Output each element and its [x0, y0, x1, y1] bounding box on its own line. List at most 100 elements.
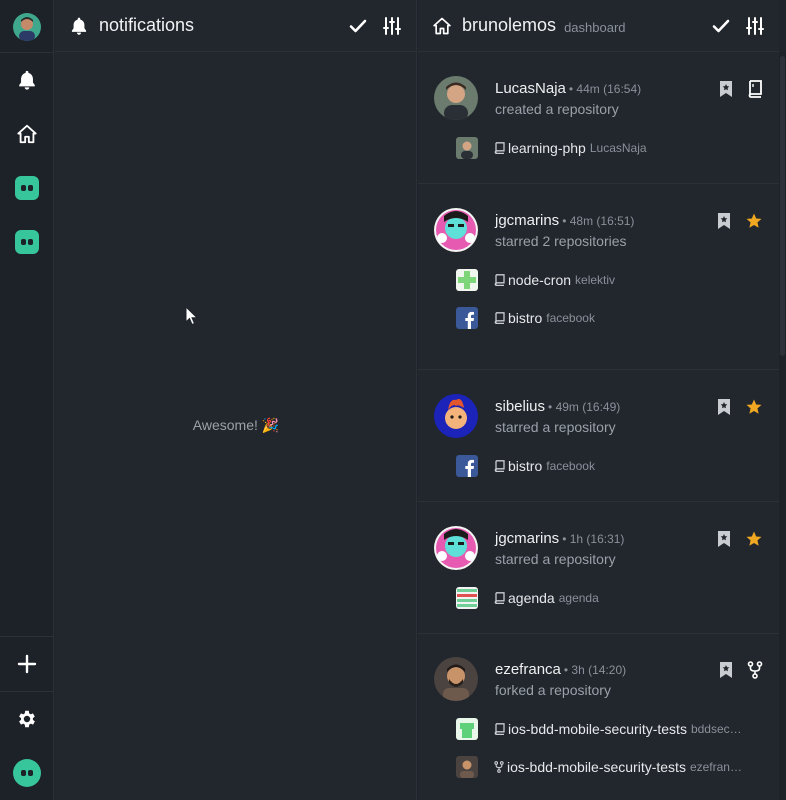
event-time: • 1h (16:31) — [562, 532, 625, 546]
repo-owner[interactable]: facebook — [546, 311, 595, 325]
dashboard-column-header: brunolemos dashboard — [418, 0, 779, 52]
event-card[interactable]: sibelius • 49m (16:49) starred a reposito… — [418, 371, 779, 502]
mark-all-read-button[interactable] — [348, 16, 368, 36]
repo-icon — [494, 312, 505, 324]
sidebar-bot-column-2[interactable] — [0, 215, 54, 269]
repo-owner[interactable]: bddsec… — [691, 722, 742, 736]
event-card[interactable]: jgcmarins • 48m (16:51) starred 2 reposit… — [418, 185, 779, 370]
user-avatar[interactable] — [434, 394, 478, 438]
notifications-column-header: notifications — [55, 0, 416, 52]
event-action: starred a repository — [495, 419, 616, 435]
repo-owner[interactable]: agenda — [559, 591, 599, 605]
repo-name[interactable]: ios-bdd-mobile-security-tests — [507, 759, 686, 775]
robot-icon — [15, 176, 39, 200]
event-username[interactable]: sibelius — [495, 398, 545, 415]
mouse-cursor-icon — [185, 306, 199, 326]
event-card[interactable]: LucasNaja • 44m (16:54) created a reposit… — [418, 53, 779, 184]
repo-row[interactable]: agenda agenda — [456, 587, 766, 609]
owner-avatar — [456, 756, 478, 778]
sidebar-dashboard-button[interactable] — [0, 107, 54, 161]
gear-icon — [19, 710, 35, 728]
owner-avatar — [456, 718, 478, 740]
devhub-logo-icon — [13, 759, 41, 787]
owner-avatar — [456, 269, 478, 291]
sliders-icon — [746, 16, 764, 35]
event-time: • 49m (16:49) — [548, 400, 621, 414]
home-icon — [17, 124, 37, 144]
notifications-column: notifications Awesome! 🎉 — [55, 0, 417, 800]
app-logo-button[interactable] — [0, 746, 54, 800]
event-card[interactable]: ezefranca • 3h (14:20) forked a repositor… — [418, 635, 779, 800]
repo-owner[interactable]: facebook — [546, 459, 595, 473]
robot-icon — [15, 230, 39, 254]
sliders-icon — [383, 16, 401, 35]
event-action: forked a repository — [495, 682, 611, 698]
repo-owner[interactable]: ezefran… — [690, 760, 742, 774]
sidebar-bot-column-1[interactable] — [0, 161, 54, 215]
repo-owner[interactable]: kelektiv — [575, 273, 615, 287]
notifications-column-options-button[interactable] — [382, 16, 402, 36]
settings-button[interactable] — [0, 692, 54, 746]
event-username[interactable]: ezefranca — [495, 661, 561, 678]
repo-icon — [494, 592, 505, 604]
repo-icon — [494, 274, 505, 286]
user-avatar[interactable] — [434, 208, 478, 252]
dashboard-column-subtitle: dashboard — [564, 19, 626, 35]
event-action: created a repository — [495, 101, 619, 117]
user-avatar-button[interactable] — [0, 0, 54, 54]
bookmark-icon[interactable] — [717, 212, 731, 230]
bell-icon — [19, 70, 35, 90]
home-icon — [433, 17, 451, 34]
repo-icon — [494, 142, 505, 154]
event-card[interactable]: jgcmarins • 1h (16:31) starred a reposito… — [418, 503, 779, 634]
sidebar-notifications-button[interactable] — [0, 53, 54, 107]
repo-row[interactable]: ios-bdd-mobile-security-tests bddsec… — [456, 718, 766, 740]
repo-name[interactable]: node-cron — [508, 272, 571, 288]
user-avatar[interactable] — [434, 76, 478, 120]
user-avatar[interactable] — [434, 657, 478, 701]
repo-row[interactable]: learning-php LucasNaja — [456, 137, 766, 159]
event-time: • 44m (16:54) — [568, 82, 642, 96]
bookmark-icon[interactable] — [717, 530, 731, 548]
add-column-button[interactable] — [0, 637, 54, 691]
event-action: starred a repository — [495, 551, 616, 567]
repo-name[interactable]: bistro — [508, 310, 542, 326]
dashboard-mark-all-read-button[interactable] — [711, 16, 731, 36]
repo-icon — [748, 80, 762, 98]
event-username[interactable]: jgcmarins — [495, 212, 559, 229]
event-username[interactable]: jgcmarins — [495, 530, 559, 547]
repo-name[interactable]: ios-bdd-mobile-security-tests — [508, 721, 687, 737]
dashboard-column-title: brunolemos — [462, 15, 557, 35]
check-icon — [712, 19, 730, 32]
bookmark-icon[interactable] — [717, 398, 731, 416]
event-username[interactable]: LucasNaja — [495, 80, 566, 97]
repo-name[interactable]: bistro — [508, 458, 542, 474]
dashboard-column-options-button[interactable] — [745, 16, 765, 36]
repo-name[interactable]: learning-php — [508, 140, 586, 156]
star-icon — [746, 399, 762, 414]
fork-icon — [494, 761, 504, 773]
star-icon — [746, 531, 762, 546]
agenda-logo-icon — [456, 587, 478, 609]
star-icon — [746, 213, 762, 228]
event-time: • 3h (14:20) — [563, 663, 627, 677]
scrollbar-thumb[interactable] — [780, 56, 785, 356]
dashboard-column: brunolemos dashboard LucasNaja • 44m (16:… — [418, 0, 779, 800]
bookmark-icon[interactable] — [719, 661, 733, 679]
facebook-logo-icon — [456, 307, 478, 329]
owner-avatar — [456, 137, 478, 159]
event-action: starred 2 repositories — [495, 233, 627, 249]
repo-owner[interactable]: LucasNaja — [590, 141, 647, 155]
repo-row[interactable]: ios-bdd-mobile-security-tests ezefran… — [456, 756, 766, 778]
bell-icon — [71, 17, 87, 35]
dashboard-scrollbar[interactable] — [779, 52, 786, 800]
fork-icon — [747, 661, 763, 679]
repo-name[interactable]: agenda — [508, 590, 555, 606]
bookmark-icon[interactable] — [719, 80, 733, 98]
event-time: • 48m (16:51) — [562, 214, 635, 228]
repo-row[interactable]: bistro facebook — [456, 455, 766, 477]
repo-icon — [494, 460, 505, 472]
user-avatar[interactable] — [434, 526, 478, 570]
repo-row[interactable]: node-cron kelektiv — [456, 269, 766, 291]
repo-row[interactable]: bistro facebook — [456, 307, 766, 329]
